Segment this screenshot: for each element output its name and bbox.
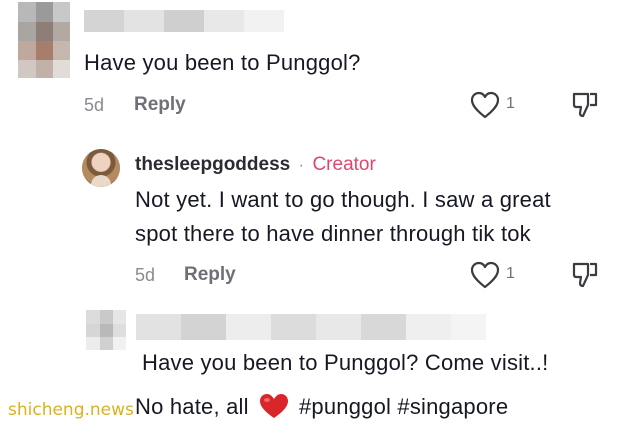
dislike-icon [572,262,598,288]
reply-text-line-1: Not yet. I want to go though. I saw a gr… [135,187,551,212]
hashtags[interactable]: #punggol #singapore [299,394,508,419]
separator-dot: · [298,157,304,174]
dislike-button[interactable] [570,260,600,290]
avatar[interactable] [82,149,120,187]
like-count: 1 [506,265,515,282]
like-button[interactable]: 1 [470,90,530,120]
red-heart-emoji [259,394,288,418]
avatar-blurred[interactable] [18,2,70,78]
comment-text-prefix: No hate, all [135,394,249,419]
comment-text-line-1: Have you been to Punggol? Come visit..! [142,350,549,375]
heart-outline-icon [470,261,500,289]
creator-badge: Creator [312,154,376,175]
avatar-blurred[interactable] [86,310,126,350]
dislike-icon [572,92,598,118]
watermark: shicheng.news [8,400,134,420]
heart-outline-icon [470,91,500,119]
reply-timestamp: 5d [135,265,156,285]
username-link[interactable]: thesleepgoddess [135,154,290,175]
like-button[interactable]: 1 [470,260,530,290]
reply-button[interactable]: Reply [184,264,236,286]
comment-text: Have you been to Punggol? [84,50,361,75]
comment-text-line-2: No hate, all #punggol #singapore [135,393,508,420]
like-count: 1 [506,95,515,112]
reply-button[interactable]: Reply [134,94,186,116]
comment-timestamp: 5d [84,95,105,115]
dislike-button[interactable] [570,90,600,120]
comment-header: thesleepgoddess · Creator [135,154,376,176]
reply-text-line-2: spot there to have dinner through tik to… [135,221,531,246]
username-blurred[interactable] [136,314,486,340]
username-blurred[interactable] [84,10,284,32]
